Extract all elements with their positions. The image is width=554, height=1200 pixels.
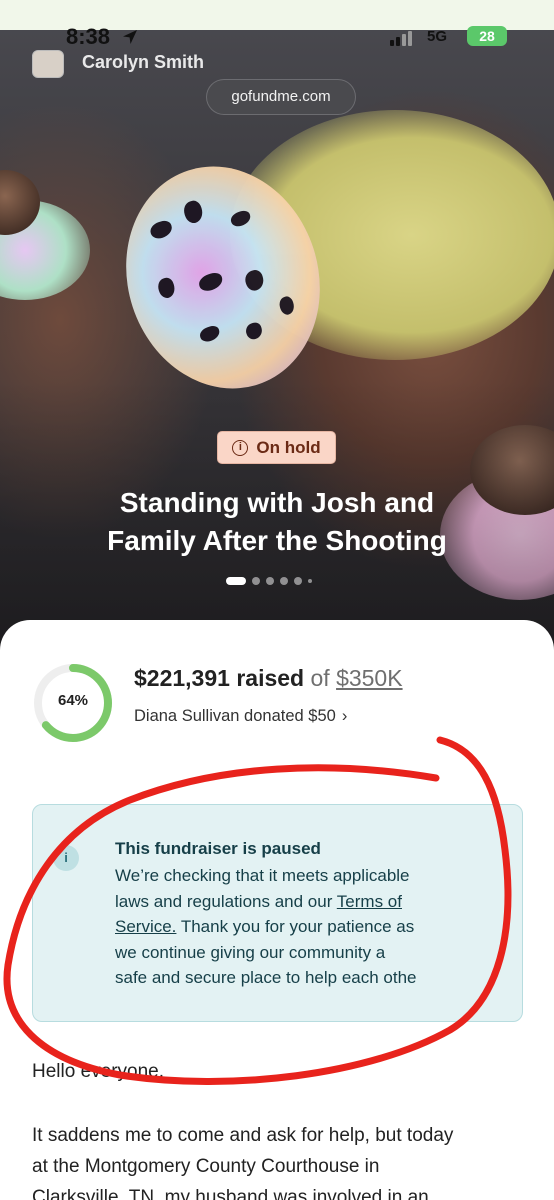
terms-of-service-link[interactable]: Terms of	[337, 892, 402, 911]
story-greeting: Hello everyone,	[32, 1061, 165, 1082]
amount-raised: $221,391 raised of $350K	[134, 665, 403, 692]
account-name[interactable]: Carolyn Smith	[82, 52, 204, 73]
network-type: 5G	[427, 28, 448, 45]
info-icon: i	[53, 845, 79, 871]
carousel-dot[interactable]	[294, 577, 302, 585]
battery-icon: 28	[467, 26, 507, 46]
info-icon: i	[232, 439, 249, 456]
recent-donation-link[interactable]: Diana Sullivan donated $50 ›	[134, 707, 347, 726]
cellular-signal-icon	[390, 30, 416, 46]
recent-donation-text: Diana Sullivan donated $50	[134, 707, 336, 725]
story-paragraph: It saddens me to come and ask for help, …	[32, 1120, 532, 1200]
battery-level: 28	[479, 28, 495, 44]
story-line: Clarksville, TN, my husband was involved…	[32, 1187, 429, 1200]
carousel-dot[interactable]	[252, 577, 260, 585]
notice-title: This fundraiser is paused	[115, 839, 321, 858]
terms-of-service-link[interactable]: Service.	[115, 917, 176, 936]
notice-line: laws and regulations and our	[115, 891, 333, 911]
notice-line: safe and secure place to help each othe	[115, 968, 417, 987]
campaign-title-line: Family After the Shooting	[107, 525, 447, 556]
carousel-dot[interactable]	[280, 577, 288, 585]
story-line: at the Montgomery County Courthouse in	[32, 1156, 380, 1177]
progress-percent: 64%	[57, 692, 89, 709]
campaign-title: Standing with Josh and Family After the …	[60, 484, 494, 560]
notice-body: We’re checking that it meets applicable …	[115, 863, 455, 993]
notice-line: Thank you for your patience as	[176, 917, 415, 936]
avatar[interactable]	[32, 50, 64, 78]
url-bar[interactable]: gofundme.com	[206, 79, 356, 115]
status-badge-label: On hold	[256, 437, 321, 457]
notice-line: we continue giving our community a	[115, 942, 386, 962]
location-arrow-icon	[123, 30, 137, 44]
raised-amount: $221,391 raised	[134, 665, 305, 691]
carousel-dot[interactable]	[308, 579, 312, 583]
clock: 8:38	[66, 24, 111, 49]
chevron-right-icon: ›	[341, 707, 348, 725]
notice-line: We’re checking that it meets applicable	[115, 866, 410, 885]
raised-of: of	[310, 665, 330, 691]
photo-carousel-indicator[interactable]	[226, 577, 312, 585]
story-line: It saddens me to come and ask for help, …	[32, 1125, 454, 1146]
goal-link[interactable]: $350K	[336, 665, 403, 691]
carousel-dot[interactable]	[226, 577, 246, 585]
url-text: gofundme.com	[231, 88, 331, 105]
campaign-title-line: Standing with Josh and	[119, 487, 435, 518]
status-badge: i On hold	[217, 431, 336, 464]
carousel-dot[interactable]	[266, 577, 274, 585]
